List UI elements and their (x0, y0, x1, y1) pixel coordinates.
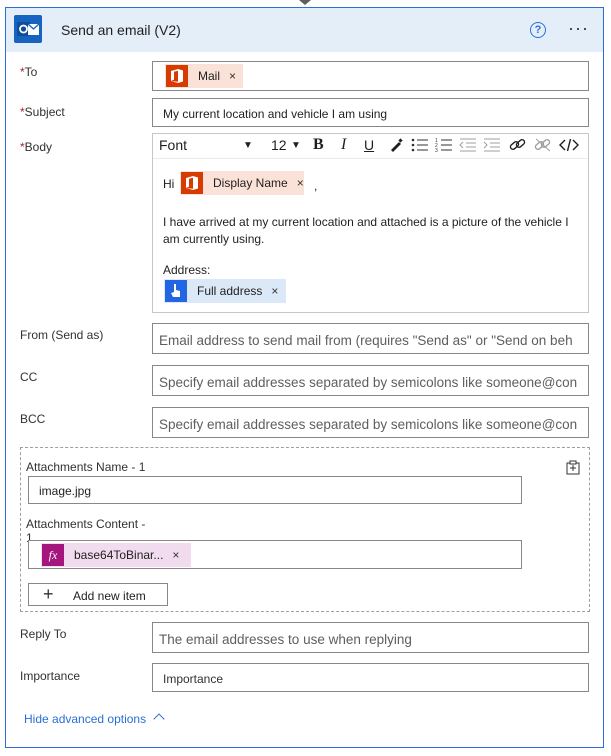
attachments-name-input[interactable]: image.jpg (28, 476, 522, 504)
attachments-name-label: Attachments Name - 1 (26, 460, 146, 474)
remove-token-icon[interactable]: × (172, 548, 179, 562)
attachments-group: Attachments Name - 1 image.jpg Attachmen… (20, 447, 590, 612)
send-email-action-card: Send an email (V2) ? ··· *To Mail × *Sub… (5, 7, 604, 748)
reply-to-label: Reply To (20, 627, 67, 641)
full-address-token[interactable]: Full address × (164, 279, 286, 303)
attachments-content-input[interactable]: fx base64ToBinar... × (28, 540, 522, 569)
to-label: *To (20, 65, 38, 79)
bcc-label: BCC (20, 412, 46, 426)
body-greeting: Hi (163, 177, 175, 191)
chevron-up-icon[interactable] (153, 713, 165, 725)
cc-input[interactable]: Specify email addresses separated by sem… (152, 365, 589, 396)
remove-token-icon[interactable]: × (229, 69, 236, 83)
bcc-input[interactable]: Specify email addresses separated by sem… (152, 407, 589, 438)
subject-label: *Subject (20, 105, 65, 119)
bold-icon[interactable]: B (313, 136, 324, 154)
from-label: From (Send as) (20, 328, 104, 342)
body-label: *Body (20, 140, 53, 154)
reply-to-input[interactable]: The email addresses to use when replying (152, 622, 589, 653)
numbered-list-icon[interactable]: 123 (435, 137, 453, 156)
size-select[interactable]: 12 (271, 137, 287, 153)
bullet-list-icon[interactable] (411, 137, 429, 156)
body-line-2: am currently using. (163, 232, 265, 246)
plus-icon: + (43, 584, 54, 604)
add-new-item-button[interactable]: + Add new item (28, 583, 168, 606)
remove-token-icon[interactable]: × (271, 284, 278, 298)
importance-label: Importance (20, 669, 81, 683)
indent-icon[interactable] (483, 137, 501, 156)
body-address-label: Address: (163, 263, 211, 277)
office-icon (166, 65, 188, 87)
mail-token[interactable]: Mail × (165, 64, 243, 88)
hide-advanced-options-link[interactable]: Hide advanced options (24, 712, 146, 726)
office-icon (181, 172, 203, 194)
unlink-icon[interactable] (534, 137, 552, 156)
size-dropdown-icon[interactable]: ▼ (291, 140, 301, 151)
outdent-icon[interactable] (459, 137, 477, 156)
connector-arrow (299, 0, 311, 5)
body-editor[interactable]: Font ▼ 12 ▼ B I U 123 Hi Display Name × … (152, 133, 589, 313)
font-dropdown-icon[interactable]: ▼ (243, 140, 253, 151)
subject-input[interactable]: My current location and vehicle I am usi… (152, 98, 589, 127)
more-icon[interactable]: ··· (568, 18, 589, 39)
action-title: Send an email (V2) (61, 22, 181, 38)
importance-select[interactable]: Importance (152, 663, 589, 692)
color-pen-icon[interactable] (388, 137, 404, 156)
switch-array-mode-icon[interactable] (565, 460, 581, 479)
location-hand-icon (165, 280, 187, 302)
svg-text:3: 3 (435, 148, 438, 153)
function-icon: fx (42, 544, 64, 566)
italic-icon[interactable]: I (341, 136, 346, 154)
body-line-1: I have arrived at my current location an… (163, 215, 569, 229)
body-comma: , (314, 179, 318, 193)
help-icon[interactable]: ? (530, 22, 546, 38)
to-field[interactable]: Mail × (152, 61, 589, 91)
remove-token-icon[interactable]: × (297, 176, 304, 190)
from-input[interactable]: Email address to send mail from (require… (152, 323, 589, 354)
action-header[interactable]: Send an email (V2) ? ··· (6, 8, 603, 52)
code-view-icon[interactable] (559, 137, 579, 156)
font-select[interactable]: Font (159, 137, 187, 153)
base64-expression-token[interactable]: fx base64ToBinar... × (41, 543, 191, 567)
underline-icon[interactable]: U (364, 137, 374, 153)
link-icon[interactable] (509, 137, 527, 156)
rich-text-toolbar: Font ▼ 12 ▼ B I U 123 (153, 134, 588, 159)
cc-label: CC (20, 370, 38, 384)
display-name-token[interactable]: Display Name × (180, 171, 304, 195)
outlook-icon (14, 15, 42, 43)
